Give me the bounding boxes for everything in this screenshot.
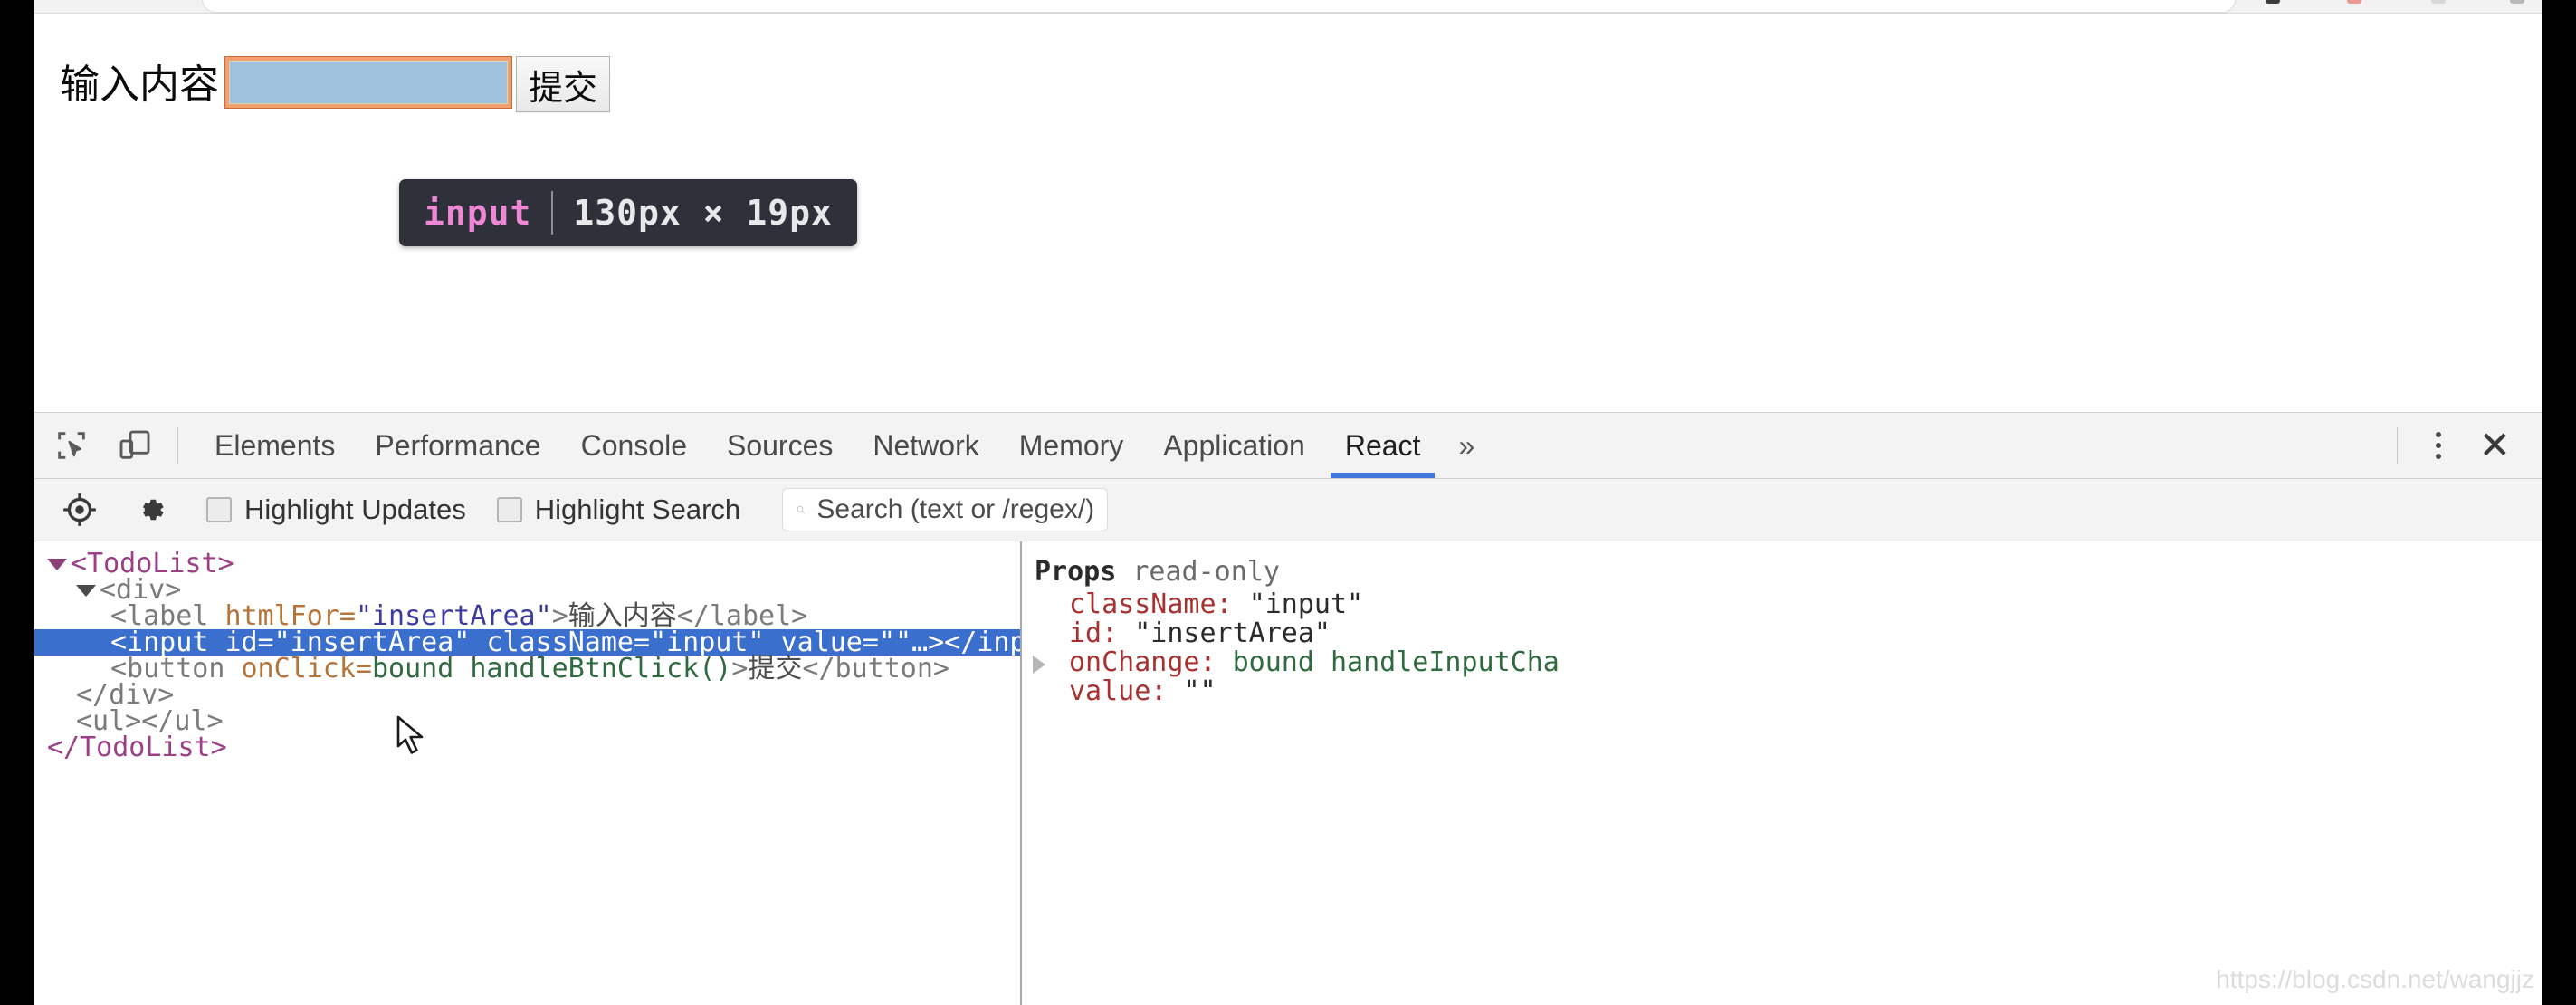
props-subtitle: read-only xyxy=(1132,556,1280,588)
highlight-updates-checkbox[interactable]: Highlight Updates xyxy=(206,493,466,526)
prop-row[interactable]: value: "" xyxy=(1022,677,2542,706)
tab-sources[interactable]: Sources xyxy=(707,413,853,478)
chevron-down-icon[interactable] xyxy=(47,559,67,570)
prop-key: className: xyxy=(1069,589,1233,620)
react-devtools-body: <TodoList> <div> <label htmlFor="insertAre… xyxy=(34,541,2542,1005)
devtools-tabbar: Elements Performance Console Sources Net… xyxy=(34,412,2542,479)
props-panel: Props read-only className: "input" id: "i… xyxy=(1022,541,2542,1005)
toolbar-extension-icon-4[interactable] xyxy=(2510,0,2524,4)
react-devtools-toolbar: Highlight Updates Highlight Search Searc… xyxy=(34,479,2542,541)
tree-row[interactable]: <TodoList> xyxy=(34,550,1020,578)
prop-key: onChange: xyxy=(1069,646,1216,678)
letterbox-right xyxy=(2542,0,2576,1005)
chevron-right-icon[interactable] xyxy=(1033,656,1045,674)
gear-icon[interactable] xyxy=(125,487,176,532)
tab-react[interactable]: React xyxy=(1325,413,1441,478)
tree-row[interactable]: <label htmlFor="insertArea">输入内容</label> xyxy=(34,603,1020,630)
component-tree[interactable]: <TodoList> <div> <label htmlFor="insertAre… xyxy=(34,541,1020,1005)
devtools-panel: Elements Performance Console Sources Net… xyxy=(34,412,2542,1005)
tree-token: </button> xyxy=(802,653,949,684)
tooltip-dimensions: 130px × 19px xyxy=(573,193,833,233)
tree-token: </TodoList> xyxy=(47,732,227,763)
insert-area-input[interactable] xyxy=(229,61,508,104)
tooltip-tag-name: input xyxy=(424,193,532,233)
tree-row[interactable]: <div> xyxy=(34,577,1020,604)
tab-console[interactable]: Console xyxy=(561,413,707,478)
tab-performance[interactable]: Performance xyxy=(355,413,560,478)
todo-input-row: 输入内容 提交 xyxy=(60,56,610,112)
prop-row[interactable]: className: "input" xyxy=(1022,590,2542,619)
highlight-updates-label: Highlight Updates xyxy=(244,493,466,525)
chevron-down-icon[interactable] xyxy=(76,585,96,597)
more-options-icon[interactable] xyxy=(2414,432,2463,459)
toolbar-extension-icon-1[interactable] xyxy=(2266,0,2280,4)
prop-value: bound handleInputCha xyxy=(1232,646,1560,678)
prop-row[interactable]: id: "insertArea" xyxy=(1022,619,2542,648)
highlight-search-checkbox[interactable]: Highlight Search xyxy=(496,493,741,526)
toolbar-divider-right xyxy=(2396,427,2398,464)
toolbar-divider xyxy=(177,427,178,464)
prop-key: value: xyxy=(1069,675,1168,707)
props-header: Props read-only xyxy=(1022,554,2542,590)
page-viewport: 输入内容 提交 input 130px × 19px xyxy=(34,13,2542,412)
tab-memory[interactable]: Memory xyxy=(999,413,1144,478)
tab-network[interactable]: Network xyxy=(853,413,998,478)
props-rows: className: "input" id: "insertArea" onChan… xyxy=(1022,590,2542,706)
prop-key: id: xyxy=(1069,617,1119,649)
letterbox-left xyxy=(0,0,34,1005)
crosshair-target-icon[interactable] xyxy=(54,487,105,532)
tree-row[interactable]: </TodoList> xyxy=(34,734,1020,761)
insert-area-input-highlight-overlay xyxy=(224,56,512,109)
tree-row[interactable]: <button onClick=bound handleBtnClick()>提… xyxy=(34,653,1020,684)
highlight-search-label: Highlight Search xyxy=(534,493,741,525)
tree-token: onClick= xyxy=(241,653,373,684)
submit-button[interactable]: 提交 xyxy=(516,56,610,112)
prop-row[interactable]: onChange: bound handleInputCha xyxy=(1022,648,2542,677)
prop-value: "" xyxy=(1183,675,1216,707)
element-inspector-tooltip: input 130px × 19px xyxy=(399,179,857,246)
search-placeholder: Search (text or /regex/) xyxy=(816,494,1095,524)
search-icon xyxy=(797,505,806,514)
prop-value: "input" xyxy=(1248,589,1364,620)
watermark: https://blog.csdn.net/wangjjz xyxy=(2216,965,2534,993)
tab-application[interactable]: Application xyxy=(1143,413,1325,478)
props-title: Props xyxy=(1035,556,1117,588)
browser-chrome-strip xyxy=(34,0,2542,14)
tree-row[interactable]: <input id="insertArea" className="input"… xyxy=(34,629,1020,656)
tree-row[interactable]: <ul></ul> xyxy=(34,708,1020,735)
screenshot-root: 输入内容 提交 input 130px × 19px Elements Perf… xyxy=(0,0,2576,1005)
inspect-element-icon[interactable] xyxy=(45,423,98,468)
tree-token: bound handleBtnClick() xyxy=(372,653,732,684)
input-label: 输入内容 xyxy=(60,62,219,107)
close-icon[interactable]: ✕ xyxy=(2463,426,2527,464)
tab-elements[interactable]: Elements xyxy=(195,413,355,478)
prop-value: "insertArea" xyxy=(1134,617,1331,649)
checkbox-box-search[interactable] xyxy=(496,497,522,522)
devtools-tabbar-right: ✕ xyxy=(2380,426,2542,464)
toolbar-extension-icon-3[interactable] xyxy=(2431,0,2446,4)
device-toolbar-icon[interactable] xyxy=(109,423,161,468)
tree-row[interactable]: </div> xyxy=(34,682,1020,709)
search-input[interactable]: Search (text or /regex/) xyxy=(782,488,1109,531)
tree-token: > xyxy=(731,653,749,684)
tree-token: 提交 xyxy=(748,653,803,684)
more-tabs-icon[interactable]: » xyxy=(1440,429,1493,463)
address-bar[interactable] xyxy=(202,0,2236,13)
checkbox-box-updates[interactable] xyxy=(206,497,232,522)
toolbar-extension-icon-2[interactable] xyxy=(2347,0,2361,4)
tooltip-divider xyxy=(551,191,554,234)
